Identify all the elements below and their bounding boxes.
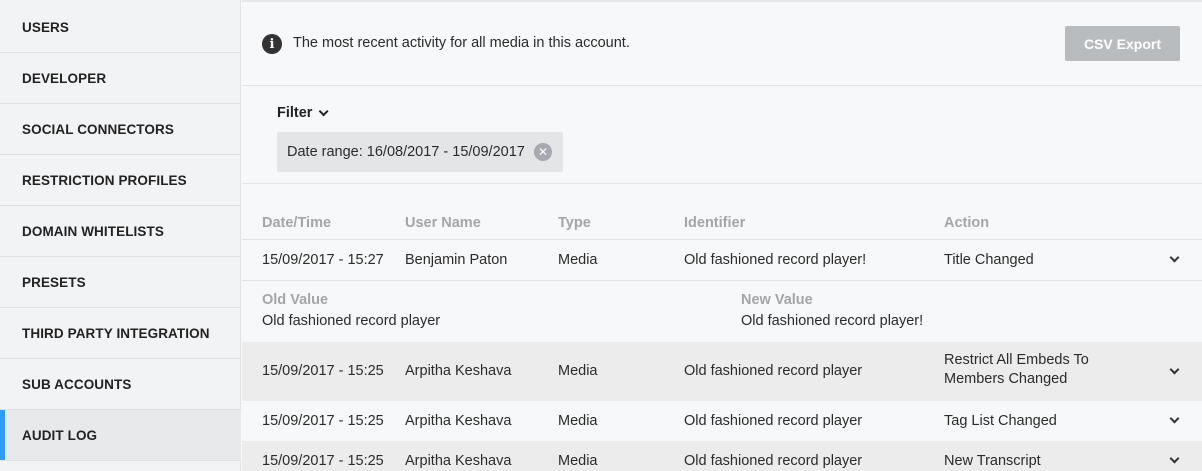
sidebar-item-audit-log[interactable]: AUDIT LOG xyxy=(0,410,241,461)
date-range-chip-label: Date range: 16/08/2017 - 15/09/2017 xyxy=(287,144,525,160)
date-range-chip: Date range: 16/08/2017 - 15/09/2017 ✕ xyxy=(277,132,563,172)
new-value-label: New Value xyxy=(741,292,813,308)
chevron-down-icon[interactable] xyxy=(1169,453,1180,464)
column-header-user-name[interactable]: User Name xyxy=(405,215,481,231)
sidebar-item-label: THIRD PARTY INTEGRATION xyxy=(22,325,210,341)
row-type: Media xyxy=(558,413,598,429)
table-header: Date/Time User Name Type Identifier Acti… xyxy=(242,212,1202,240)
table-row[interactable]: 15/09/2017 - 15:25 Arpitha Keshava Media… xyxy=(242,342,1202,401)
row-type: Media xyxy=(558,453,598,469)
sidebar-item-third-party-integration[interactable]: THIRD PARTY INTEGRATION xyxy=(0,308,241,359)
chevron-down-icon[interactable] xyxy=(1169,413,1180,424)
chevron-down-icon xyxy=(319,105,330,116)
row-datetime: 15/09/2017 - 15:25 xyxy=(262,363,384,379)
column-header-type[interactable]: Type xyxy=(558,215,591,231)
row-identifier: Old fashioned record player xyxy=(684,363,863,379)
sidebar-item-label: USERS xyxy=(22,19,70,35)
row-action: New Transcript xyxy=(944,453,1041,469)
filter-toggle[interactable]: Filter xyxy=(277,105,330,121)
sidebar-item-label: DOMAIN WHITELISTS xyxy=(22,223,164,239)
sidebar-item-developer[interactable]: DEVELOPER xyxy=(0,53,241,104)
csv-export-button[interactable]: CSV Export xyxy=(1065,26,1180,61)
row-identifier: Old fashioned record player xyxy=(684,413,863,429)
row-identifier: Old fashioned record player xyxy=(684,453,863,469)
table-row[interactable]: 15/09/2017 - 15:27 Benjamin Paton Media … xyxy=(242,240,1202,280)
table-row[interactable]: 15/09/2017 - 15:25 Arpitha Keshava Media… xyxy=(242,441,1202,471)
row-datetime: 15/09/2017 - 15:25 xyxy=(262,413,384,429)
row-datetime: 15/09/2017 - 15:25 xyxy=(262,453,384,469)
sidebar-item-restriction-profiles[interactable]: RESTRICTION PROFILES xyxy=(0,155,241,206)
sidebar-item-label: PRESETS xyxy=(22,274,86,290)
sidebar-item-presets[interactable]: PRESETS xyxy=(0,257,241,308)
sidebar-item-social-connectors[interactable]: SOCIAL CONNECTORS xyxy=(0,104,241,155)
chevron-down-icon[interactable] xyxy=(1169,252,1180,263)
filter-label: Filter xyxy=(277,105,313,121)
row-user: Arpitha Keshava xyxy=(405,413,512,429)
sidebar-item-label: SUB ACCOUNTS xyxy=(22,376,132,392)
chevron-down-icon[interactable] xyxy=(1169,364,1180,375)
row-identifier: Old fashioned record player! xyxy=(684,252,867,268)
row-action-line: Restrict All Embeds To xyxy=(944,352,1089,368)
row-action-line: Members Changed xyxy=(944,371,1068,387)
filter-area: Filter Date range: 16/08/2017 - 15/09/20… xyxy=(242,86,1202,184)
column-header-identifier[interactable]: Identifier xyxy=(684,215,745,231)
row-user: Arpitha Keshava xyxy=(405,453,512,469)
info-icon: i xyxy=(262,34,282,54)
sidebar: USERS DEVELOPER SOCIAL CONNECTORS RESTRI… xyxy=(0,0,241,471)
sidebar-item-sub-accounts[interactable]: SUB ACCOUNTS xyxy=(0,359,241,410)
new-value: Old fashioned record player! xyxy=(741,313,924,329)
row-user: Benjamin Paton xyxy=(405,252,508,268)
row-user: Arpitha Keshava xyxy=(405,363,512,379)
row-action: Title Changed xyxy=(944,252,1034,268)
table-row[interactable]: 15/09/2017 - 15:25 Arpitha Keshava Media… xyxy=(242,401,1202,441)
row-datetime: 15/09/2017 - 15:27 xyxy=(262,252,384,268)
sidebar-item-users[interactable]: USERS xyxy=(0,2,241,53)
sidebar-item-label: AUDIT LOG xyxy=(22,427,98,443)
main-content: i The most recent activity for all media… xyxy=(242,0,1202,471)
row-action: Restrict All Embeds To Members Changed xyxy=(944,352,1089,387)
row-action: Tag List Changed xyxy=(944,413,1057,429)
info-text: The most recent activity for all media i… xyxy=(293,35,630,51)
info-bar: i The most recent activity for all media… xyxy=(242,0,1202,86)
sidebar-item-label: RESTRICTION PROFILES xyxy=(22,172,187,188)
close-icon[interactable]: ✕ xyxy=(534,143,552,161)
row-type: Media xyxy=(558,252,598,268)
sidebar-item-label: DEVELOPER xyxy=(22,70,107,86)
sidebar-item-domain-whitelists[interactable]: DOMAIN WHITELISTS xyxy=(0,206,241,257)
old-value-label: Old Value xyxy=(262,292,329,308)
row-type: Media xyxy=(558,363,598,379)
old-value: Old fashioned record player xyxy=(262,313,441,329)
sidebar-item-label: SOCIAL CONNECTORS xyxy=(22,121,174,137)
column-header-action[interactable]: Action xyxy=(944,215,989,231)
row-detail: Old Value Old fashioned record player Ne… xyxy=(242,280,1202,342)
column-header-datetime[interactable]: Date/Time xyxy=(262,215,331,231)
